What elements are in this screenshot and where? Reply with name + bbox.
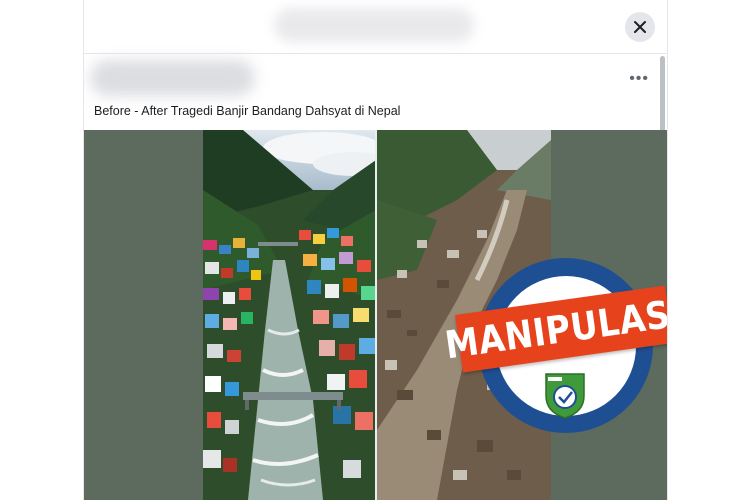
page-background: ••• Before - After Tragedi Banjir Bandan… [0, 0, 750, 500]
dialog-title-redacted [274, 8, 474, 42]
author-name-redacted [90, 60, 255, 96]
post-dialog: ••• Before - After Tragedi Banjir Bandan… [83, 0, 668, 500]
dialog-header [84, 0, 667, 54]
close-icon [634, 21, 646, 33]
close-button[interactable] [625, 12, 655, 42]
more-options-icon: ••• [629, 70, 649, 87]
post-caption: Before - After Tragedi Banjir Bandang Da… [94, 104, 401, 118]
post-media[interactable]: MANIPULASI [84, 130, 667, 500]
more-options-button[interactable]: ••• [629, 70, 649, 88]
manipulasi-badge: MANIPULASI [442, 258, 667, 448]
verification-shield-icon [545, 373, 585, 419]
post-header: ••• Before - After Tragedi Banjir Bandan… [84, 54, 667, 130]
before-photo [203, 130, 376, 500]
